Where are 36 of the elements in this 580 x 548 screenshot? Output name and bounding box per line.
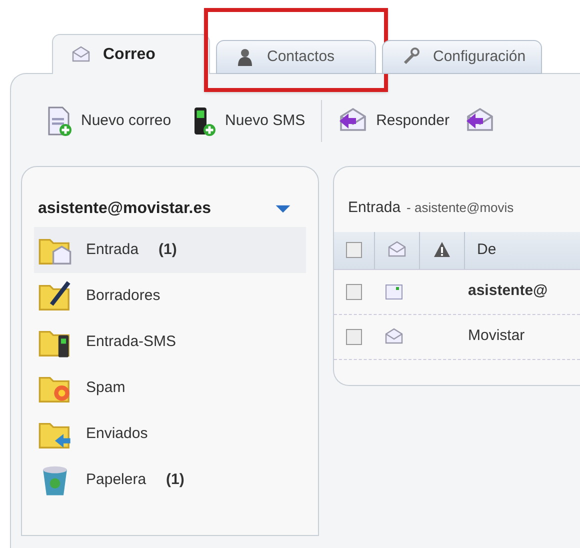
folder-item[interactable]: Papelera (1) bbox=[34, 457, 306, 503]
toolbar-button[interactable]: Nuevo correo bbox=[43, 102, 172, 140]
message-card-icon bbox=[384, 282, 404, 302]
tab[interactable]: Correo bbox=[52, 34, 210, 74]
sender-name: asistente@ bbox=[467, 281, 548, 302]
person-icon bbox=[235, 47, 255, 67]
tab[interactable]: Contactos bbox=[216, 40, 376, 74]
folder-name: Papelera bbox=[86, 470, 146, 490]
sender-name: Movistar bbox=[467, 326, 525, 346]
column-header: De bbox=[477, 240, 496, 260]
envelope-icon bbox=[71, 44, 91, 64]
toolbar-button[interactable]: Responder bbox=[338, 102, 450, 140]
checkbox[interactable] bbox=[346, 242, 362, 258]
folder-name: Entrada-SMS bbox=[86, 332, 176, 352]
wrench-icon bbox=[401, 47, 421, 67]
tab[interactable]: Configuración bbox=[382, 40, 542, 74]
folder-name: Enviados bbox=[86, 424, 148, 444]
folder-name: Spam bbox=[86, 378, 126, 398]
folder-item[interactable]: Borradores bbox=[34, 273, 306, 319]
account-subtitle: - asistente@movis bbox=[406, 199, 514, 217]
folder-item[interactable]: Entrada-SMS bbox=[34, 319, 306, 365]
folder-item[interactable]: Entrada (1) bbox=[34, 227, 306, 273]
unread-count: (1) bbox=[158, 240, 177, 260]
folder-item[interactable]: Enviados bbox=[34, 411, 306, 457]
checkbox[interactable] bbox=[346, 328, 362, 344]
folder-title: Entrada bbox=[348, 198, 401, 218]
envelope-icon bbox=[384, 326, 404, 346]
folder-name: Entrada bbox=[86, 240, 139, 260]
unread-count: (1) bbox=[166, 470, 184, 490]
folder-pen-icon bbox=[38, 279, 72, 313]
folder-name: Borradores bbox=[86, 286, 160, 306]
toolbar-button[interactable]: Nuevo SMS bbox=[187, 102, 306, 140]
folder-item[interactable]: Spam bbox=[34, 365, 306, 411]
warning-icon bbox=[432, 240, 452, 260]
account-name: asistente@movistar.es bbox=[38, 199, 212, 219]
checkbox[interactable] bbox=[346, 284, 362, 300]
